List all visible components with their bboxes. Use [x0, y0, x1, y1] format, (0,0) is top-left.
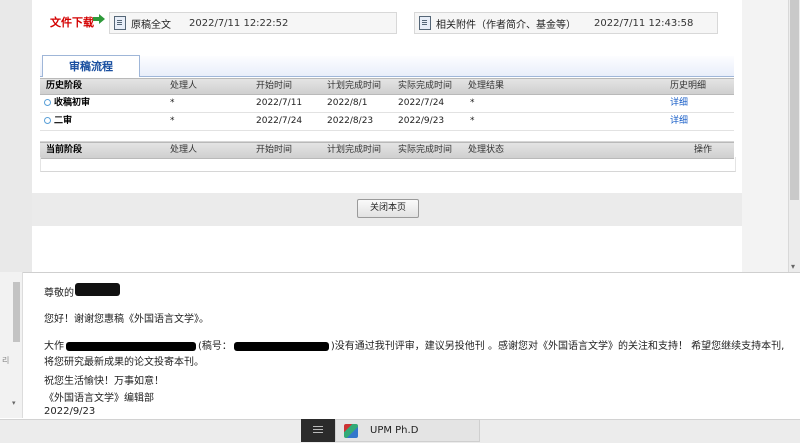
redacted-name — [75, 283, 120, 296]
col-start: 开始时间 — [256, 81, 293, 91]
table-row: 收稿初审 * 2022/7/11 2022/8/1 2022/7/24 * 详细 — [40, 95, 734, 113]
file-download-label: 文件下载 — [50, 16, 94, 29]
line2-part-c: )没有通过我刊评审，建议另投他刊 。感谢您对《外国语言文学》的关注和支持！ 希望… — [330, 341, 785, 352]
row-result: * — [470, 98, 475, 108]
col-operation: 操作 — [694, 145, 713, 155]
row-actual: 2022/7/24 — [398, 98, 445, 108]
row-planned: 2022/8/23 — [327, 116, 374, 126]
tab-bar — [40, 56, 734, 77]
row-result: * — [470, 116, 475, 126]
line2-part-b: (稿号： — [198, 341, 232, 352]
file-timestamp: 2022/7/11 12:22:52 — [189, 17, 289, 29]
row-start: 2022/7/11 — [256, 98, 303, 108]
taskbar-app-button[interactable]: UPM Ph.D — [335, 419, 480, 442]
scroll-down-arrow-icon[interactable]: ▾ — [791, 262, 795, 271]
close-page-button[interactable]: 关闭本页 — [357, 199, 419, 218]
row-actual: 2022/9/23 — [398, 116, 445, 126]
side-glyph: 리 — [2, 356, 10, 365]
file-timestamp: 2022/7/11 12:43:58 — [594, 17, 694, 29]
file-name[interactable]: 相关附件（作者简介、基金等） — [436, 16, 576, 31]
document-icon — [419, 16, 431, 30]
tab-review-process[interactable]: 审稿流程 — [42, 55, 140, 77]
file-original-manuscript[interactable]: 原稿全文 2022/7/11 12:22:52 — [109, 12, 397, 34]
email-date: 2022/9/23 — [44, 406, 96, 417]
row-handler: * — [170, 98, 175, 108]
menu-icon — [313, 429, 323, 430]
scroll-down-arrow-icon[interactable]: ▾ — [12, 399, 16, 407]
history-header-row: 历史阶段 处理人 开始时间 计划完成时间 实际完成时间 处理结果 历史明细 — [40, 78, 734, 95]
row-handler: * — [170, 116, 175, 126]
email-line-2: 大作 (稿号： )没有通过我刊评审，建议另投他刊 。感谢您对《外国语言文学》的关注和… — [44, 337, 794, 352]
document-icon — [114, 16, 126, 30]
email-signature: 《外国语言文学》编辑部 — [44, 393, 154, 404]
line2-part-a: 大作 — [44, 341, 64, 352]
email-greeting: 尊敬的 — [44, 283, 120, 299]
history-grid-bottom — [40, 131, 734, 142]
file-name[interactable]: 原稿全文 — [131, 16, 171, 31]
email-line-1: 您好！谢谢您惠稿《外国语言文学》。 — [44, 314, 209, 325]
app-icon — [344, 423, 358, 438]
detail-link[interactable]: 详细 — [670, 95, 688, 112]
table-row: 二审 * 2022/7/24 2022/8/23 2022/9/23 * 详细 — [40, 113, 734, 131]
col-handler: 处理人 — [170, 145, 198, 155]
taskbar-app-label: UPM Ph.D — [370, 425, 419, 436]
file-attachment[interactable]: 相关附件（作者简介、基金等） 2022/7/11 12:43:58 — [414, 12, 718, 34]
col-handler: 处理人 — [170, 81, 198, 91]
row-stage: 收稿初审 — [54, 98, 91, 108]
email-left-scrollbar[interactable] — [0, 272, 23, 418]
col-actual: 实际完成时间 — [398, 81, 453, 91]
left-gutter — [0, 0, 32, 272]
col-history-stage: 历史阶段 — [46, 81, 83, 91]
taskbar-menu-button[interactable] — [301, 419, 335, 442]
col-status: 处理状态 — [468, 145, 505, 155]
email-line-4: 祝您生活愉快！万事如意！ — [44, 376, 164, 387]
redacted-title — [66, 341, 196, 351]
col-planned: 计划完成时间 — [327, 81, 382, 91]
col-detail: 历史明细 — [670, 81, 707, 91]
detail-link[interactable]: 详细 — [670, 113, 688, 130]
row-stage: 二审 — [54, 116, 73, 126]
col-actual: 实际完成时间 — [398, 145, 453, 155]
email-line-3: 将您研究最新成果的论文投寄本刊。 — [44, 357, 204, 368]
col-result: 处理结果 — [468, 81, 505, 91]
col-current-stage: 当前阶段 — [46, 145, 83, 155]
col-planned: 计划完成时间 — [327, 145, 382, 155]
col-start: 开始时间 — [256, 145, 293, 155]
green-arrow-icon — [93, 14, 105, 24]
bullet-icon — [44, 99, 51, 106]
bullet-icon — [44, 117, 51, 124]
upper-scrollbar-thumb[interactable] — [790, 0, 799, 200]
row-planned: 2022/8/1 — [327, 98, 368, 108]
redacted-manuscript-id — [233, 341, 329, 351]
row-start: 2022/7/24 — [256, 116, 303, 126]
current-empty-row — [40, 157, 736, 172]
greeting-text: 尊敬的 — [44, 288, 74, 299]
